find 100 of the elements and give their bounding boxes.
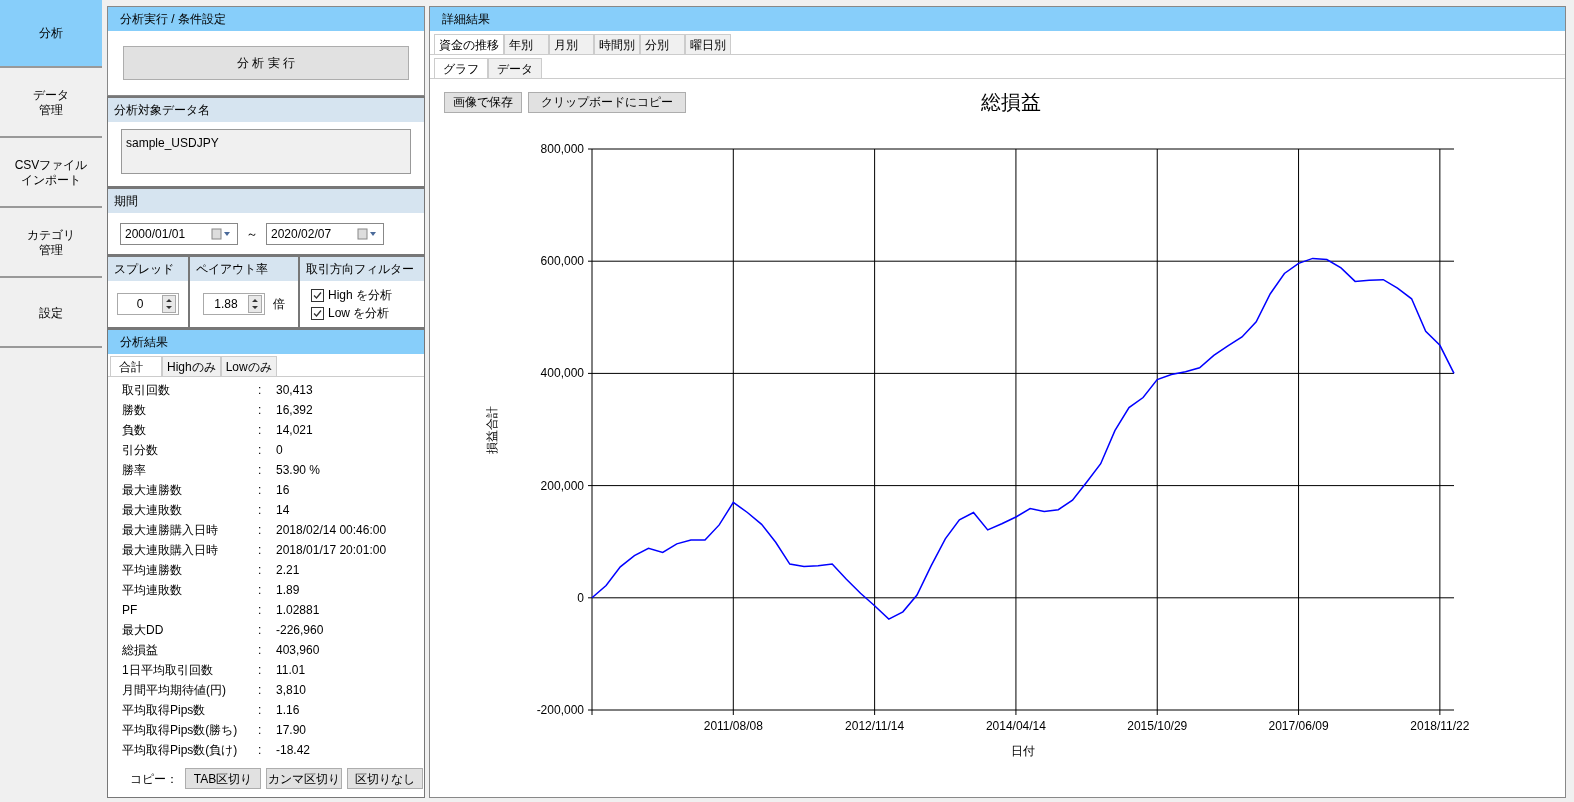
axis-tick-label: 2011/08/08: [703, 719, 763, 733]
nav-item-text: 分析: [39, 25, 63, 41]
details-tab[interactable]: 年別: [504, 34, 549, 54]
stat-separator: :: [258, 402, 263, 419]
nav-item-text: インポート: [21, 173, 81, 188]
stat-label: 最大連勝購入日時: [122, 522, 219, 539]
run-analysis-button[interactable]: 分 析 実 行: [123, 46, 409, 80]
stat-value: 14: [276, 502, 290, 519]
copy-button[interactable]: 区切りなし: [347, 768, 423, 789]
date-field[interactable]: 2020/02/07: [266, 222, 384, 245]
copy-button[interactable]: TAB区切り: [185, 768, 261, 789]
stat-separator: :: [258, 742, 263, 759]
checkmark-icon: [312, 307, 323, 319]
axis-tick-label: -200,000: [536, 703, 584, 717]
stat-value: 11.01: [276, 662, 306, 679]
stat-value: 17.90: [276, 722, 307, 739]
stat-separator: :: [258, 602, 263, 619]
data-name-field[interactable]: sample_USDJPY: [121, 129, 411, 174]
nav-item-text: CSVファイル: [14, 158, 88, 173]
stat-separator: :: [258, 642, 263, 659]
stat-separator: :: [258, 582, 263, 599]
spin-arrows-icon: [162, 295, 176, 313]
stat-label: 最大連敗購入日時: [122, 542, 219, 559]
axis-tick-label: 200,000: [540, 478, 584, 493]
unit-label: 倍: [273, 296, 285, 313]
stat-label: 平均連敗数: [122, 582, 183, 599]
axis-tick-label: 2012/11/14: [845, 719, 905, 733]
number-field[interactable]: 1.88: [203, 293, 265, 315]
stat-label: 月間平均期待値(円): [122, 682, 227, 699]
stat-value: 16: [276, 482, 290, 499]
stat-separator: :: [258, 502, 263, 519]
stat-label: 平均取得Pips数(負け): [122, 742, 239, 759]
stat-label: 最大DD: [122, 622, 165, 639]
stat-label: 取引回数: [122, 382, 171, 399]
details-tab[interactable]: 資金の推移: [434, 34, 504, 54]
range-separator: ～: [245, 225, 259, 243]
stat-value: 14,021: [276, 422, 313, 439]
calendar-dropdown-icon: [357, 227, 379, 240]
stat-value: 16,392: [276, 402, 313, 419]
axis-tick-label: 2014/04/14: [985, 719, 1046, 733]
stat-label: PF: [122, 602, 139, 619]
stat-value: 2.21: [276, 562, 300, 579]
stat-separator: :: [258, 702, 263, 719]
details-tab[interactable]: 時間別: [594, 34, 640, 54]
copy-label: コピー：: [130, 770, 179, 788]
stat-separator: :: [258, 442, 263, 459]
stat-value: -226,960: [276, 622, 324, 639]
stat-label: 平均連勝数: [122, 562, 183, 579]
save-image-button[interactable]: 画像で保存: [444, 91, 522, 113]
details-tab[interactable]: 分別: [640, 34, 685, 54]
stat-value: 2018/02/14 00:46:00: [276, 522, 387, 539]
date-field[interactable]: 2000/01/01: [120, 222, 238, 245]
stat-separator: :: [258, 662, 263, 679]
copy-button[interactable]: カンマ区切り: [266, 768, 342, 789]
axis-tick-label: 2017/06/09: [1268, 719, 1329, 733]
results-tab[interactable]: Lowのみ: [220, 356, 277, 376]
nav-item-text: 管理: [39, 243, 63, 258]
stat-value: 0: [276, 442, 283, 459]
calendar-dropdown-icon: [211, 227, 233, 240]
stat-value: 1.89: [276, 582, 300, 599]
stat-separator: :: [258, 722, 263, 739]
details-tab[interactable]: 月別: [549, 34, 594, 54]
stat-separator: :: [258, 382, 263, 399]
stat-separator: :: [258, 542, 263, 559]
x-axis-title: 日付: [1011, 744, 1035, 758]
nav-item-text: データ: [33, 88, 69, 103]
view-tab[interactable]: グラフ: [434, 58, 488, 78]
nav-item-text: カテゴリ: [27, 228, 75, 243]
stat-label: 最大連敗数: [122, 502, 183, 519]
nav-item[interactable]: 分析: [0, 0, 102, 68]
stat-separator: :: [258, 422, 263, 439]
section-header: 期間: [108, 189, 424, 213]
checkbox[interactable]: High を分析: [311, 286, 424, 304]
stat-label: 1日平均取引回数: [122, 662, 214, 679]
copy-clipboard-button[interactable]: クリップボードにコピー: [528, 91, 686, 113]
axis-tick-label: 400,000: [540, 366, 584, 381]
results-tab[interactable]: 合計: [110, 356, 162, 376]
stat-label: 平均取得Pips数(勝ち): [122, 722, 239, 739]
nav-item-text: 管理: [39, 103, 63, 118]
section-header: 詳細結果: [430, 7, 1565, 31]
section-header: スプレッド: [108, 257, 188, 281]
number-field[interactable]: 0: [117, 293, 179, 315]
stat-value: 1.02881: [276, 602, 320, 619]
stat-label: 勝率: [122, 462, 147, 479]
checkbox[interactable]: Low を分析: [311, 304, 424, 322]
stat-label: 負数: [122, 422, 147, 439]
spin-arrows-icon: [248, 295, 262, 313]
axis-tick-label: 0: [577, 590, 584, 605]
checkmark-icon: [312, 289, 323, 301]
stat-value: 30,413: [276, 382, 313, 399]
chart-title: 総損益: [980, 90, 1041, 115]
view-tab[interactable]: データ: [488, 58, 542, 78]
stat-value: -18.42: [276, 742, 311, 759]
y-axis-title: 損益合計: [485, 405, 499, 454]
stat-separator: :: [258, 462, 263, 479]
stat-label: 勝数: [122, 402, 147, 419]
details-tab[interactable]: 曜日別: [685, 34, 731, 54]
results-tab[interactable]: Highのみ: [162, 356, 221, 376]
stat-value: 53.90 %: [276, 462, 321, 479]
axis-tick-label: 600,000: [540, 254, 584, 269]
